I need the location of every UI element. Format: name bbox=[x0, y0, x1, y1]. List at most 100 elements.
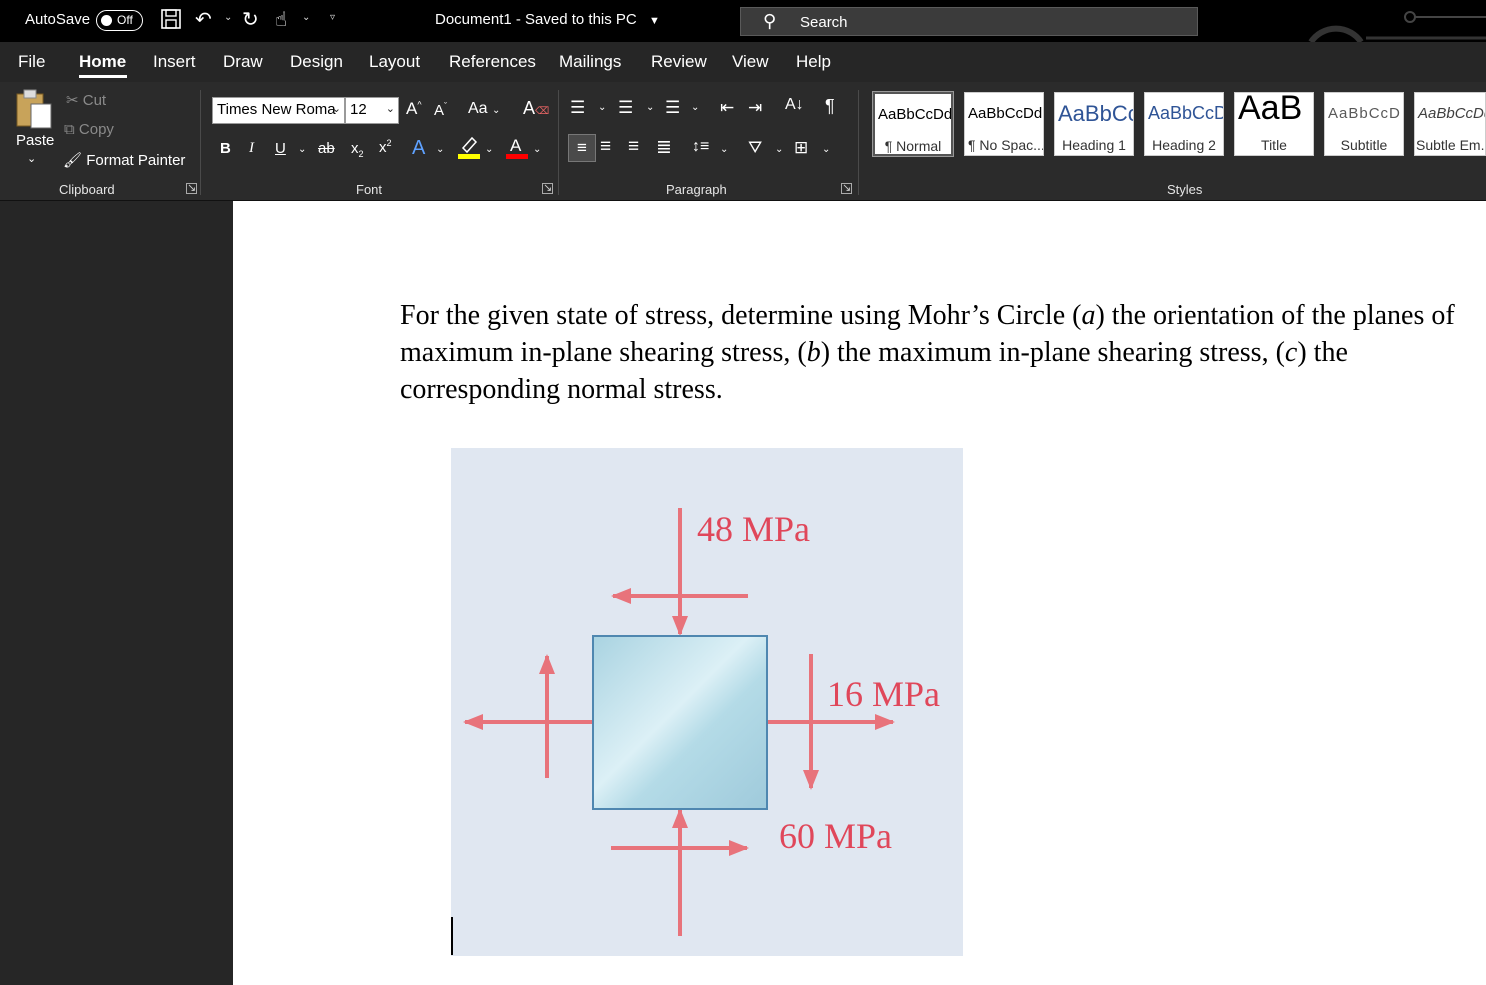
shading-icon[interactable]: ⛛ bbox=[748, 138, 762, 158]
superscript-icon[interactable]: x2 bbox=[379, 138, 392, 156]
style-normal[interactable]: AaBbCcDd ¶ Normal bbox=[872, 91, 954, 157]
numbering-dropdown-icon[interactable]: ⌄ bbox=[646, 102, 654, 113]
touch-dropdown-icon[interactable]: ⌄ bbox=[302, 12, 310, 23]
tab-references[interactable]: References bbox=[449, 52, 536, 72]
increase-indent-icon[interactable]: ⇥ bbox=[748, 98, 762, 118]
font-launcher-icon[interactable]: ↘ bbox=[542, 183, 553, 194]
redo-icon[interactable]: ↻ bbox=[242, 8, 259, 32]
save-icon[interactable] bbox=[160, 8, 182, 36]
customize-toolbar-icon[interactable]: ▿ bbox=[330, 12, 335, 23]
tab-mailings[interactable]: Mailings bbox=[559, 52, 621, 72]
text-effects-icon[interactable]: A bbox=[412, 137, 425, 160]
copy-button[interactable]: ⧉ Copy bbox=[64, 121, 114, 138]
cut-button[interactable]: ✂ Cut bbox=[66, 91, 106, 109]
decrease-indent-icon[interactable]: ⇤ bbox=[720, 98, 734, 118]
autosave-toggle[interactable]: Off bbox=[96, 10, 143, 31]
stress-element-figure[interactable]: 48 MPa 16 MPa 60 MPa bbox=[451, 448, 963, 956]
italic-icon[interactable]: I bbox=[249, 140, 254, 157]
label-16-mpa: 16 MPa bbox=[827, 674, 940, 714]
style-sample: AaBbCcDd bbox=[878, 106, 953, 123]
tab-home[interactable]: Home bbox=[79, 52, 126, 72]
clear-formatting-icon[interactable]: A⌫ bbox=[523, 98, 549, 119]
search-placeholder: Search bbox=[800, 14, 848, 31]
underline-icon[interactable]: U bbox=[275, 140, 286, 157]
font-group-label: Font bbox=[356, 182, 383, 197]
numbering-icon[interactable]: ☰ bbox=[618, 98, 633, 118]
paste-icon[interactable] bbox=[14, 88, 54, 134]
style-sample: AaBbCcD bbox=[1328, 105, 1401, 122]
label-60-mpa: 60 MPa bbox=[779, 816, 892, 856]
font-size-select[interactable]: 12 ⌄ bbox=[345, 97, 399, 124]
style-name: Subtitle bbox=[1340, 137, 1388, 153]
style-name: Heading 2 bbox=[1152, 137, 1216, 153]
borders-dropdown-icon[interactable]: ⌄ bbox=[822, 144, 830, 155]
sort-icon[interactable]: A↓ bbox=[785, 96, 804, 114]
font-family-select[interactable]: Times New Roma ⌄ bbox=[212, 97, 345, 124]
grow-font-icon[interactable]: A^ bbox=[406, 99, 422, 119]
align-center-icon[interactable]: ≡ bbox=[600, 136, 611, 158]
search-box[interactable]: ⚲ Search bbox=[740, 7, 1198, 36]
justify-icon[interactable]: ≣ bbox=[656, 136, 672, 159]
svg-text:A: A bbox=[510, 136, 522, 155]
font-color-dropdown-icon[interactable]: ⌄ bbox=[533, 144, 541, 155]
align-right-icon[interactable]: ≡ bbox=[628, 136, 639, 158]
problem-statement[interactable]: For the given state of stress, determine… bbox=[400, 297, 1470, 408]
bullets-dropdown-icon[interactable]: ⌄ bbox=[598, 102, 606, 113]
style-title[interactable]: AaB Title bbox=[1234, 92, 1314, 156]
document-page[interactable]: For the given state of stress, determine… bbox=[233, 201, 1486, 985]
clipboard-group-label: Clipboard bbox=[59, 182, 115, 197]
stress-diagram: 48 MPa 16 MPa 60 MPa bbox=[463, 508, 940, 936]
format-painter-button[interactable]: 🖌 Format Painter bbox=[63, 151, 185, 169]
style-heading-1[interactable]: AaBbCc Heading 1 bbox=[1054, 92, 1134, 156]
style-subtle-emphasis[interactable]: AaBbCcDd Subtle Em... bbox=[1414, 92, 1486, 156]
tab-design[interactable]: Design bbox=[290, 52, 343, 72]
line-spacing-dropdown-icon[interactable]: ⌄ bbox=[720, 144, 728, 155]
borders-icon[interactable]: ⊞ bbox=[794, 138, 808, 158]
text-run-italic: b bbox=[806, 337, 821, 368]
tab-view[interactable]: View bbox=[732, 52, 769, 72]
document-title[interactable]: Document1 - Saved to this PC ▼ bbox=[435, 11, 660, 28]
underline-dropdown-icon[interactable]: ⌄ bbox=[298, 144, 306, 155]
line-spacing-icon[interactable]: ↕≡ bbox=[692, 138, 709, 156]
separator bbox=[858, 90, 859, 195]
undo-icon[interactable]: ↶ bbox=[195, 8, 212, 32]
strikethrough-icon[interactable]: ab bbox=[318, 140, 335, 157]
chevron-down-icon: ▼ bbox=[648, 15, 660, 27]
shading-dropdown-icon[interactable]: ⌄ bbox=[775, 144, 783, 155]
style-no-spacing[interactable]: AaBbCcDd ¶ No Spac... bbox=[964, 92, 1044, 156]
highlight-icon[interactable] bbox=[458, 134, 480, 164]
style-name: ¶ No Spac... bbox=[968, 137, 1044, 153]
chevron-down-icon: ⌄ bbox=[331, 103, 341, 115]
bullets-icon[interactable]: ☰ bbox=[570, 98, 585, 118]
align-left-icon[interactable]: ≡ bbox=[568, 134, 596, 162]
multilevel-dropdown-icon[interactable]: ⌄ bbox=[691, 102, 699, 113]
shrink-font-icon[interactable]: Aˇ bbox=[434, 101, 447, 119]
style-subtitle[interactable]: AaBbCcD Subtitle bbox=[1324, 92, 1404, 156]
tab-insert[interactable]: Insert bbox=[153, 52, 196, 72]
tab-file[interactable]: File bbox=[18, 52, 45, 72]
paste-dropdown-icon[interactable]: ⌄ bbox=[27, 152, 36, 165]
bold-icon[interactable]: B bbox=[220, 140, 231, 157]
paragraph-launcher-icon[interactable]: ↘ bbox=[841, 183, 852, 194]
highlight-dropdown-icon[interactable]: ⌄ bbox=[485, 144, 493, 155]
touch-mode-icon[interactable]: ☝ bbox=[275, 8, 287, 32]
show-formatting-icon[interactable]: ¶ bbox=[825, 96, 835, 117]
paste-button[interactable]: Paste bbox=[16, 132, 54, 149]
styles-group-label: Styles bbox=[1167, 182, 1203, 197]
text-effects-dropdown-icon[interactable]: ⌄ bbox=[436, 144, 444, 155]
multilevel-list-icon[interactable]: ☰ bbox=[665, 98, 680, 118]
subscript-icon[interactable]: x2 bbox=[351, 140, 364, 159]
change-case-button[interactable]: Aa ⌄ bbox=[468, 100, 500, 118]
autosave-label: AutoSave bbox=[25, 11, 91, 28]
style-name: Subtle Em... bbox=[1416, 137, 1486, 153]
copy-icon: ⧉ bbox=[64, 121, 75, 138]
tab-layout[interactable]: Layout bbox=[369, 52, 420, 72]
tab-review[interactable]: Review bbox=[651, 52, 707, 72]
font-color-icon[interactable]: A bbox=[506, 134, 528, 164]
clipboard-launcher-icon[interactable]: ↘ bbox=[186, 183, 197, 194]
style-heading-2[interactable]: AaBbCcD Heading 2 bbox=[1144, 92, 1224, 156]
label-48-mpa: 48 MPa bbox=[697, 509, 810, 549]
undo-dropdown-icon[interactable]: ⌄ bbox=[224, 12, 232, 23]
tab-draw[interactable]: Draw bbox=[223, 52, 263, 72]
tab-help[interactable]: Help bbox=[796, 52, 831, 72]
